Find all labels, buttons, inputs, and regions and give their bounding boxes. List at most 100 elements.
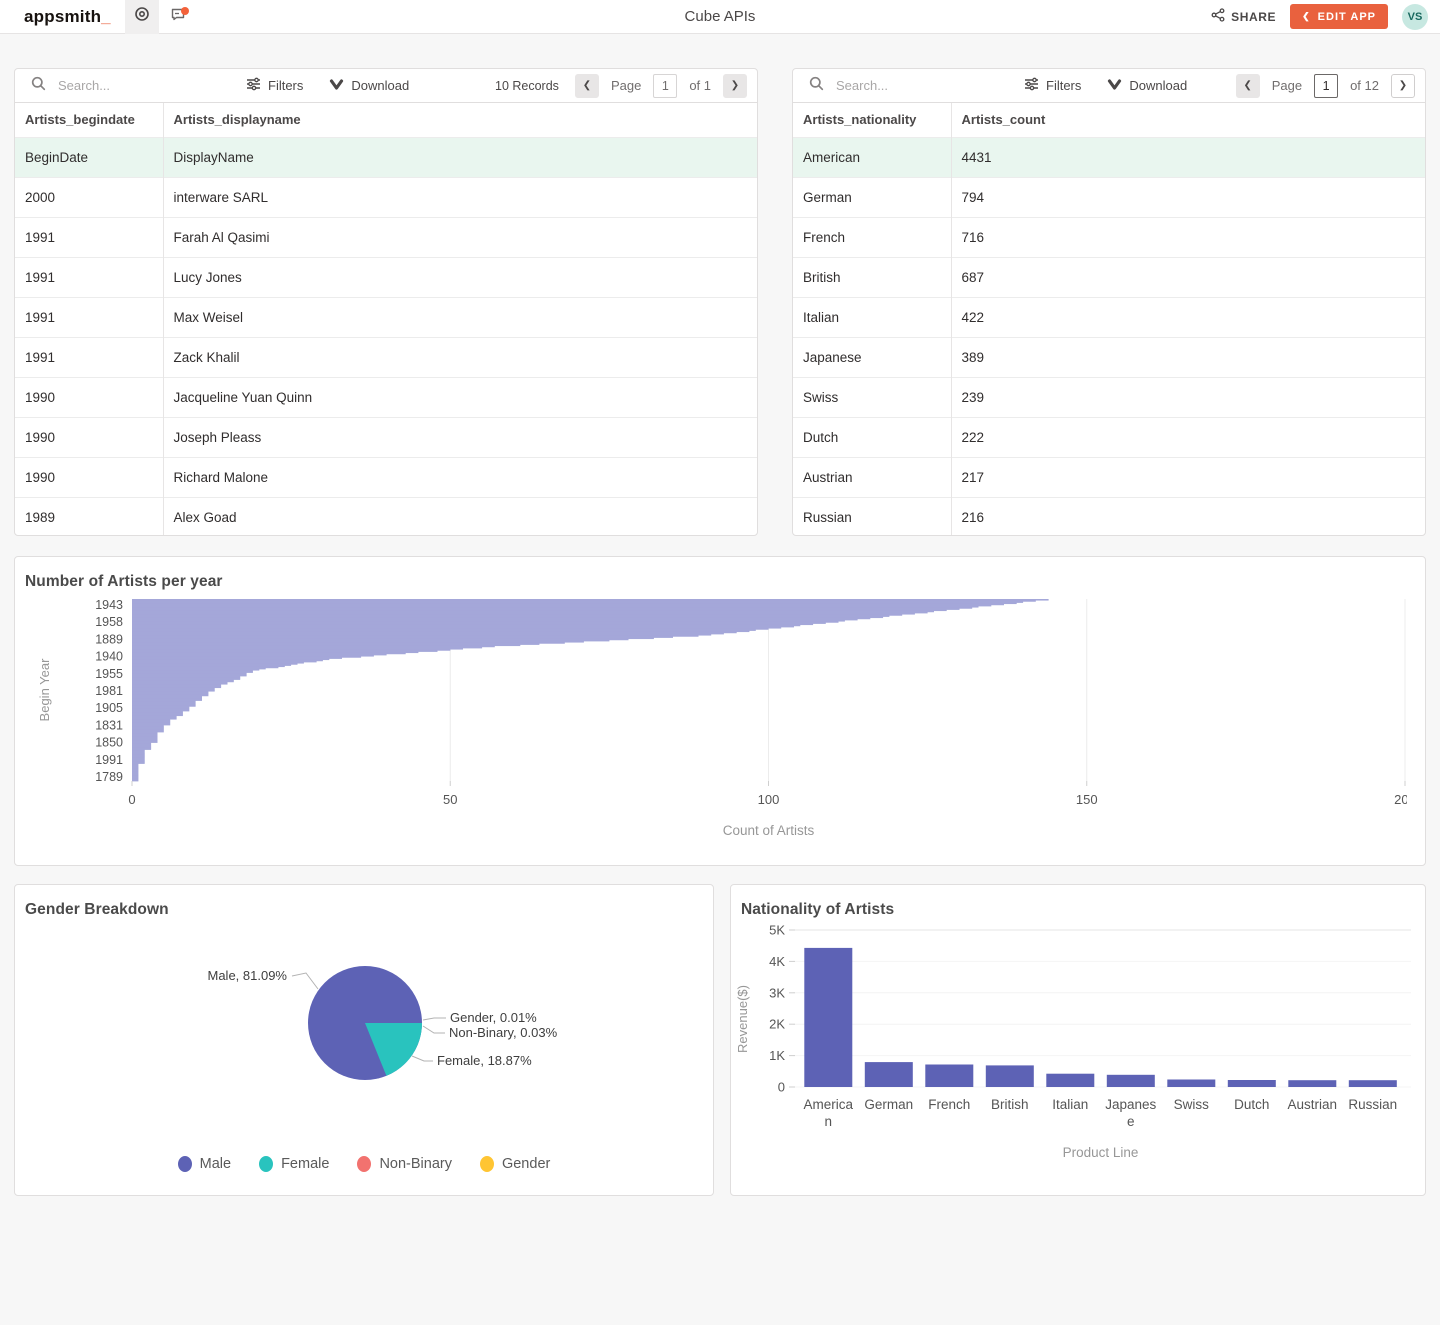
table-cell[interactable]: 794 <box>951 177 1425 217</box>
table-cell[interactable]: Farah Al Qasimi <box>163 217 757 257</box>
table-cell[interactable]: 1991 <box>15 217 163 257</box>
table-row[interactable]: BeginDateDisplayName <box>15 137 757 177</box>
table-row[interactable]: 1990Joseph Pleass <box>15 417 757 457</box>
table-cell[interactable]: 1991 <box>15 337 163 377</box>
filters-button[interactable]: Filters <box>246 77 303 94</box>
table-cell[interactable]: 2000 <box>15 177 163 217</box>
table-cell[interactable]: Max Weisel <box>163 297 757 337</box>
download-button[interactable]: Download <box>1107 78 1187 94</box>
legend-item-non-binary[interactable]: Non-Binary <box>357 1156 452 1172</box>
table-cell[interactable]: 222 <box>951 417 1425 457</box>
table-cell[interactable]: Swiss <box>793 377 951 417</box>
table-toolbar: Filters Download ❮ Page of 12 ❯ <box>793 69 1425 103</box>
table-row[interactable]: German794 <box>793 177 1425 217</box>
table-cell[interactable]: Zack Khalil <box>163 337 757 377</box>
next-page-button[interactable]: ❯ <box>723 74 747 98</box>
table-cell[interactable]: 1989 <box>15 497 163 536</box>
table-row[interactable]: Dutch222 <box>793 417 1425 457</box>
view-mode-button[interactable] <box>125 0 159 34</box>
table-row[interactable]: French716 <box>793 217 1425 257</box>
avatar[interactable]: VS <box>1402 4 1428 30</box>
chevron-right-icon: ❯ <box>1399 80 1407 91</box>
table-row[interactable]: 1990Richard Malone <box>15 457 757 497</box>
table-cell[interactable]: Russian <box>793 497 951 536</box>
table-cell[interactable]: German <box>793 177 951 217</box>
nationality-chart-widget: Nationality of Artists 01K2K3K4K5KAmeric… <box>730 884 1426 1196</box>
table-row[interactable]: Italian422 <box>793 297 1425 337</box>
search-input[interactable] <box>58 78 208 93</box>
feedback-button[interactable] <box>161 0 195 34</box>
svg-text:Italian: Italian <box>1052 1097 1088 1112</box>
table-cell[interactable]: Alex Goad <box>163 497 757 536</box>
svg-text:3K: 3K <box>769 985 785 1000</box>
table-cell[interactable]: interware SARL <box>163 177 757 217</box>
column-header[interactable]: Artists_displayname <box>163 103 757 137</box>
table-cell[interactable]: American <box>793 137 951 177</box>
download-button[interactable]: Download <box>329 78 409 94</box>
svg-text:1955: 1955 <box>95 667 123 681</box>
table-row[interactable]: Austrian217 <box>793 457 1425 497</box>
svg-text:Gender, 0.01%: Gender, 0.01% <box>450 1010 537 1025</box>
table-cell[interactable]: 389 <box>951 337 1425 377</box>
table-row[interactable]: American4431 <box>793 137 1425 177</box>
column-header[interactable]: Artists_nationality <box>793 103 951 137</box>
table-row[interactable]: 1989Alex Goad <box>15 497 757 536</box>
table-cell[interactable]: Lucy Jones <box>163 257 757 297</box>
share-button[interactable]: SHARE <box>1211 8 1276 25</box>
table-cell[interactable]: 239 <box>951 377 1425 417</box>
table-cell[interactable]: 1991 <box>15 297 163 337</box>
table-cell[interactable]: British <box>793 257 951 297</box>
table-row[interactable]: 1991Farah Al Qasimi <box>15 217 757 257</box>
table-row[interactable]: Swiss239 <box>793 377 1425 417</box>
table-row[interactable]: British687 <box>793 257 1425 297</box>
table-cell[interactable]: Jacqueline Yuan Quinn <box>163 377 757 417</box>
edit-app-button[interactable]: ❮ EDIT APP <box>1290 4 1388 29</box>
table-cell[interactable]: DisplayName <box>163 137 757 177</box>
svg-text:French: French <box>928 1097 970 1112</box>
nationality-bar-chart: 01K2K3K4K5KAmericanGermanFrenchBritishIt… <box>731 919 1425 1169</box>
table-cell[interactable]: 1990 <box>15 457 163 497</box>
artists-per-year-chart: 0501001502001943195818891940195519811905… <box>15 591 1407 847</box>
table-cell[interactable]: 1990 <box>15 417 163 457</box>
filters-button[interactable]: Filters <box>1024 77 1081 94</box>
search-icon <box>809 76 824 96</box>
table-row[interactable]: Russian216 <box>793 497 1425 536</box>
table-cell[interactable]: Japanese <box>793 337 951 377</box>
table-row[interactable]: 1991Lucy Jones <box>15 257 757 297</box>
page-number-input[interactable] <box>1314 74 1338 98</box>
table-cell[interactable]: Italian <box>793 297 951 337</box>
table-row[interactable]: Japanese389 <box>793 337 1425 377</box>
table-header-row: Artists_begindate Artists_displayname <box>15 103 757 137</box>
prev-page-button[interactable]: ❮ <box>575 74 599 98</box>
table-cell[interactable]: 1990 <box>15 377 163 417</box>
table-cell[interactable]: Dutch <box>793 417 951 457</box>
column-header[interactable]: Artists_begindate <box>15 103 163 137</box>
table-row[interactable]: 1990Jacqueline Yuan Quinn <box>15 377 757 417</box>
table-cell[interactable]: 4431 <box>951 137 1425 177</box>
legend-item-male[interactable]: Male <box>178 1156 231 1172</box>
table-row[interactable]: 2000interware SARL <box>15 177 757 217</box>
search-input[interactable] <box>836 78 986 93</box>
page-number-input[interactable] <box>653 74 677 98</box>
next-page-button[interactable]: ❯ <box>1391 74 1415 98</box>
prev-page-button[interactable]: ❮ <box>1236 74 1260 98</box>
legend-item-gender[interactable]: Gender <box>480 1156 550 1172</box>
chevron-left-icon: ❮ <box>583 80 591 91</box>
table-row[interactable]: 1991Zack Khalil <box>15 337 757 377</box>
legend-item-female[interactable]: Female <box>259 1156 329 1172</box>
table-cell[interactable]: 716 <box>951 217 1425 257</box>
table-cell[interactable]: Richard Malone <box>163 457 757 497</box>
table-row[interactable]: 1991Max Weisel <box>15 297 757 337</box>
table-cell[interactable]: 217 <box>951 457 1425 497</box>
table-cell[interactable]: 422 <box>951 297 1425 337</box>
table-cell[interactable]: 216 <box>951 497 1425 536</box>
table-cell[interactable]: Joseph Pleass <box>163 417 757 457</box>
table-cell[interactable]: Austrian <box>793 457 951 497</box>
column-header[interactable]: Artists_count <box>951 103 1425 137</box>
artists-per-year-chart-widget: Number of Artists per year 0501001502001… <box>14 556 1426 866</box>
chart-title: Number of Artists per year <box>15 557 1425 591</box>
table-cell[interactable]: 1991 <box>15 257 163 297</box>
table-cell[interactable]: 687 <box>951 257 1425 297</box>
table-cell[interactable]: BeginDate <box>15 137 163 177</box>
table-cell[interactable]: French <box>793 217 951 257</box>
